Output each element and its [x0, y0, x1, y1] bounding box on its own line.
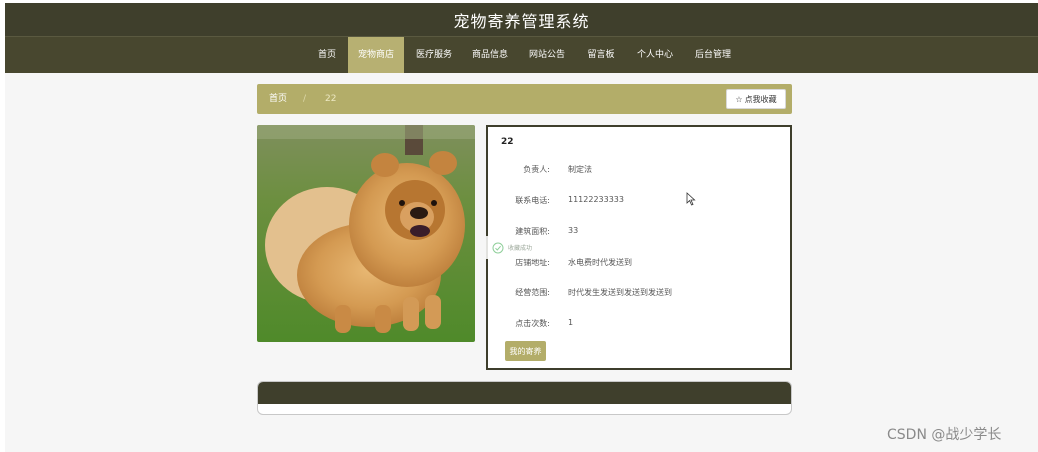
site-title: 宠物寄养管理系统 [453, 11, 590, 31]
breadcrumb-home[interactable]: 首页 [269, 84, 287, 114]
phone-label: 联系电话: [515, 196, 550, 205]
nav-item-pet-shop[interactable]: 宠物商店 [348, 37, 404, 73]
manager-value: 制定法 [568, 165, 592, 174]
nav-item-medical[interactable]: 医疗服务 [408, 37, 460, 73]
area-value: 33 [568, 226, 579, 235]
favorite-label: 点我收藏 [744, 94, 777, 104]
toast-message: 收藏成功 [486, 236, 562, 259]
nav-item-message-board[interactable]: 留言板 [579, 37, 623, 73]
nav-item-home[interactable]: 首页 [307, 37, 347, 73]
business-scope-label: 经营范围: [515, 288, 550, 297]
click-count-value: 1 [568, 318, 574, 327]
business-scope-value: 时代发生发送到发送到发送到 [568, 288, 672, 297]
nav-item-announcements[interactable]: 网站公告 [521, 37, 573, 73]
success-icon [492, 242, 504, 253]
breadcrumb-current: 22 [325, 94, 337, 104]
pet-image [257, 125, 475, 342]
phone-value: 11122233333 [568, 195, 624, 204]
address-value: 水电费时代发送到 [568, 258, 632, 267]
breadcrumb: 首页 / 22 ☆ 点我收藏 [257, 84, 792, 114]
main-nav: 首页 宠物商店 医疗服务 商品信息 网站公告 留言板 个人中心 后台管理 [5, 36, 1038, 73]
toast-text: 收藏成功 [508, 245, 533, 252]
star-outline-icon: ☆ [735, 94, 743, 104]
breadcrumb-separator: / [303, 94, 307, 104]
site-header: 宠物寄养管理系统 [5, 3, 1038, 36]
mouse-pointer-icon [686, 192, 696, 206]
bottom-panel-header [258, 382, 791, 404]
manager-label: 负责人: [523, 165, 550, 174]
nav-item-admin[interactable]: 后台管理 [687, 37, 739, 73]
favorite-button[interactable]: ☆ 点我收藏 [726, 89, 786, 109]
nav-item-products[interactable]: 商品信息 [464, 37, 516, 73]
watermark: CSDN @战少学长 [887, 427, 1002, 443]
nav-item-profile[interactable]: 个人中心 [629, 37, 681, 73]
bottom-panel [257, 381, 792, 415]
click-count-label: 点击次数: [515, 319, 550, 328]
store-name: 22 [501, 137, 514, 147]
my-foster-button[interactable]: 我的寄养 [505, 341, 546, 361]
